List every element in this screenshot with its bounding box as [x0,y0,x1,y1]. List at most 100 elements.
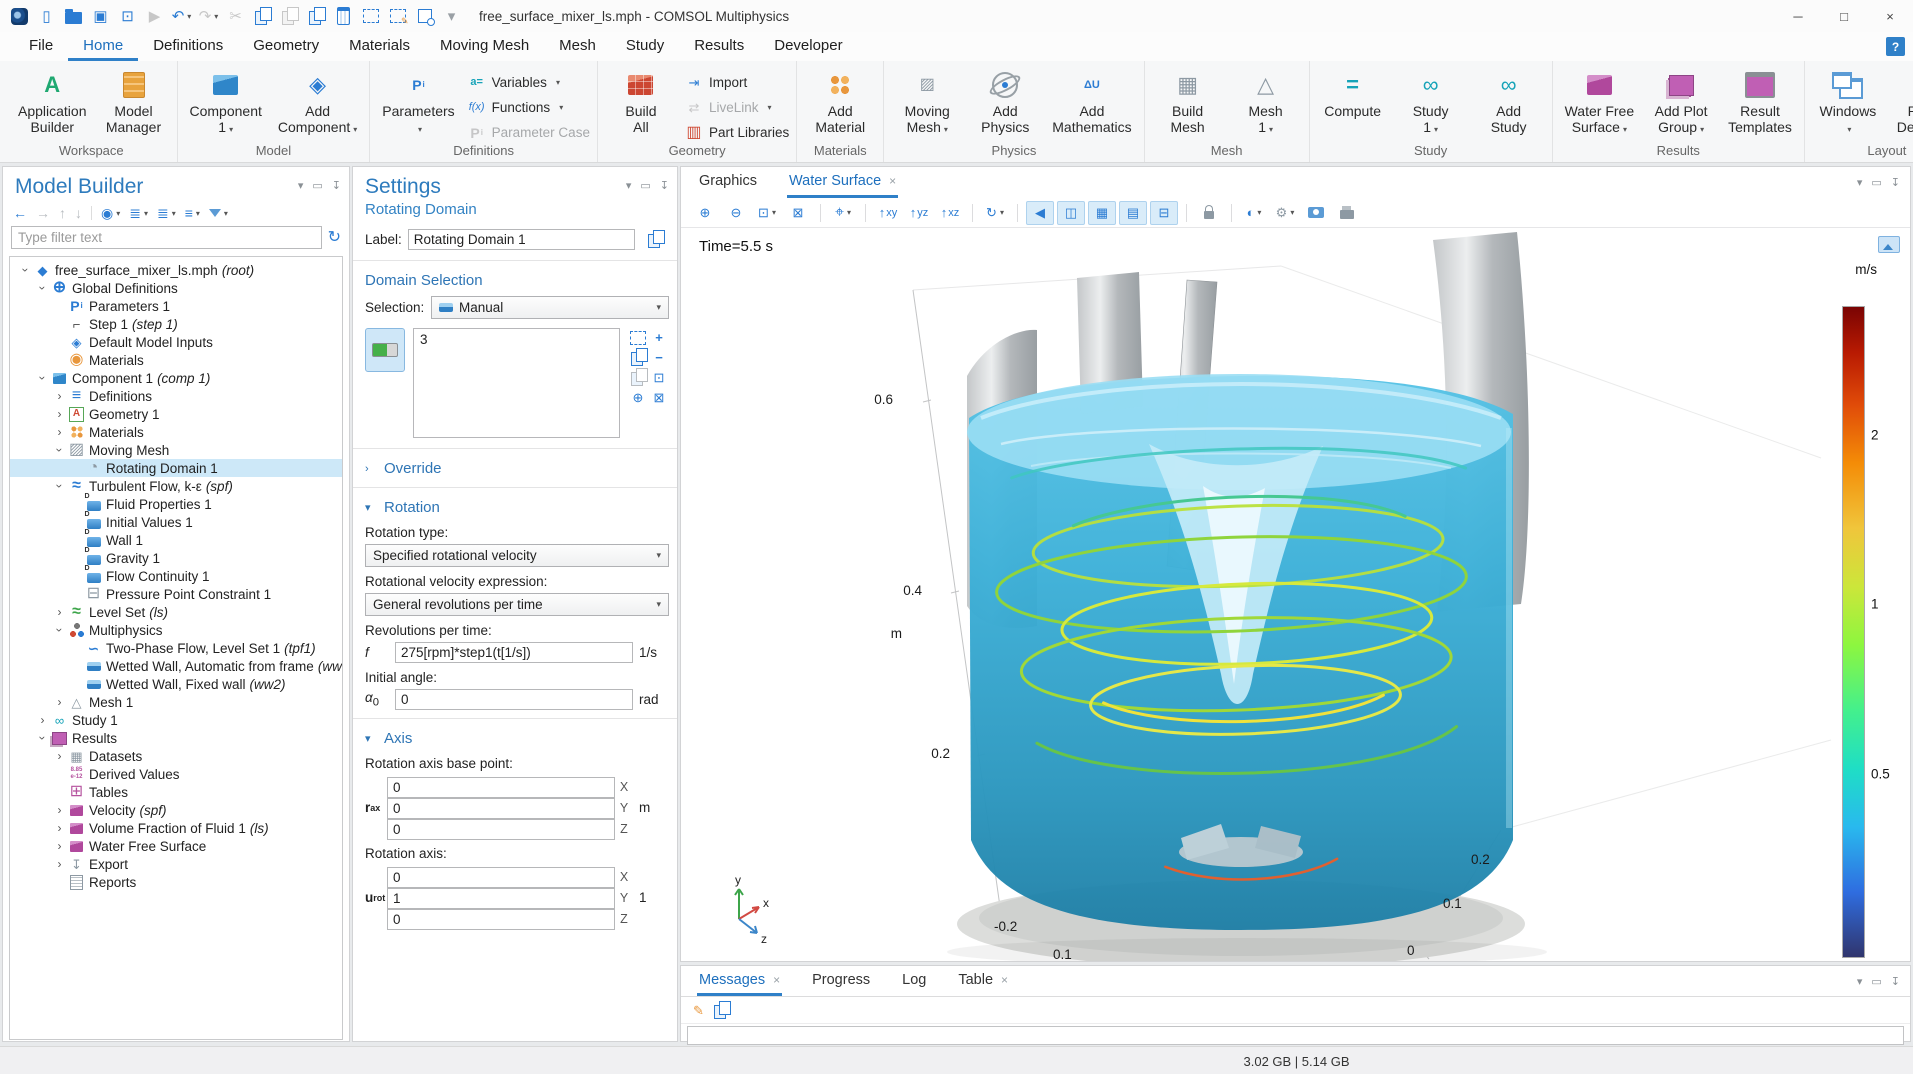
tree-node-multiphysics[interactable]: ›Multiphysics [10,621,342,639]
expand-all-button[interactable]: ≣▾ [129,206,148,220]
base-x-input[interactable] [387,777,615,798]
collapse-all-button[interactable]: ≣▾ [157,206,176,220]
close-tab-icon[interactable]: × [773,973,780,987]
menu-mesh[interactable]: Mesh [544,32,611,61]
close-tab-icon[interactable]: × [889,174,896,188]
paste-button[interactable] [276,3,303,29]
panel-menu-icon[interactable]: ▾ [626,179,632,192]
add-plot-group-button[interactable]: Add PlotGroup▾ [1643,66,1719,139]
collapse-icon[interactable]: › [53,443,67,458]
tree-node-global-definitions[interactable]: ›⊕Global Definitions [10,279,342,297]
base-z-input[interactable] [387,819,615,840]
add-component-button[interactable]: ◈AddComponent▾ [271,66,364,139]
create-selection-button[interactable]: ⊕ [628,388,648,407]
expand-icon[interactable]: › [52,407,67,421]
tree-node-fluid-properties-1[interactable]: Fluid Properties 1 [10,495,342,513]
tree-node-default-model-inputs[interactable]: ◈Default Model Inputs [10,333,342,351]
show-table-icon[interactable]: ▤ [1119,201,1147,225]
add-study-button[interactable]: ∞AddStudy [1471,66,1547,136]
show-frame-icon[interactable]: ⊟ [1150,201,1178,225]
tree-node-moving-mesh[interactable]: ›▨Moving Mesh [10,441,342,459]
axis-section[interactable]: ▾ Axis [353,725,677,751]
close-button[interactable]: × [1867,1,1913,32]
expand-icon[interactable]: › [52,821,67,835]
tree-node-volume-fraction-of-fluid-1[interactable]: ›Volume Fraction of Fluid 1(ls) [10,819,342,837]
messages-tab-messages[interactable]: Messages× [697,966,782,996]
tree-node-two-phase-flow-level-set-1[interactable]: ∽Two-Phase Flow, Level Set 1(tpf1) [10,639,342,657]
rotation-type-dropdown[interactable]: Specified rotational velocity ▾ [365,544,669,567]
menu-moving-mesh[interactable]: Moving Mesh [425,32,544,61]
menu-geometry[interactable]: Geometry [238,32,334,61]
menu-materials[interactable]: Materials [334,32,425,61]
print-icon[interactable] [1333,201,1361,225]
import-button[interactable]: ⇥Import [685,72,789,93]
expand-icon[interactable]: › [52,857,67,871]
tree-node-wall-1[interactable]: Wall 1 [10,531,342,549]
tree-node-wetted-wall-automatic-from-frame[interactable]: Wetted Wall, Automatic from frame(ww1) [10,657,342,675]
view-xy-icon[interactable]: ↑xy [874,201,902,225]
tree-node-datasets[interactable]: ›▦Datasets [10,747,342,765]
tree-node-export[interactable]: ›↧Export [10,855,342,873]
collapse-icon[interactable]: › [36,371,50,386]
zoom-box-icon[interactable]: ⊡▾ [753,201,781,225]
tree-node-flow-continuity-1[interactable]: Flow Continuity 1 [10,567,342,585]
tree-node-velocity[interactable]: ›Velocity(spf) [10,801,342,819]
nav-forward-button[interactable]: → [36,206,50,220]
expand-icon[interactable]: › [52,389,67,403]
tree-node-reports[interactable]: Reports [10,873,342,891]
tree-node-pressure-point-constraint-1[interactable]: ⊟Pressure Point Constraint 1 [10,585,342,603]
result-templates-button[interactable]: ResultTemplates [1721,66,1799,136]
tree-node-parameters-1[interactable]: PiParameters 1 [10,297,342,315]
axis-z-input[interactable] [387,909,615,930]
rotate-view-icon[interactable]: ↻▾ [981,201,1009,225]
find-button[interactable] [411,3,438,29]
panel-menu-icon[interactable]: ▾ [1857,975,1863,988]
select-box-button[interactable] [357,3,384,29]
menu-home[interactable]: Home [68,32,138,61]
label-edit-button[interactable] [641,227,669,251]
panel-pin-icon[interactable]: ↧ [1891,176,1900,189]
close-tab-icon[interactable]: × [1001,973,1008,987]
activate-selection-toggle[interactable] [365,328,405,372]
messages-tab-log[interactable]: Log [900,966,928,996]
panel-float-icon[interactable]: ▭ [1871,176,1881,189]
moving-mesh-button[interactable]: ▨MovingMesh▾ [889,66,965,139]
tree-node-geometry-1[interactable]: ›AGeometry 1 [10,405,342,423]
tree-node-free-surface-mixer-ls-mph[interactable]: ›◆free_surface_mixer_ls.mph(root) [10,261,342,279]
compute-button[interactable]: =Compute [1315,66,1391,120]
sound-icon[interactable]: ◀ [1026,201,1054,225]
image-snapshot-icon[interactable] [1302,201,1330,225]
tree-node-level-set[interactable]: ›≈Level Set(ls) [10,603,342,621]
save-view-button[interactable]: ⊡ [114,3,141,29]
menu-definitions[interactable]: Definitions [138,32,238,61]
livelink-button[interactable]: ⇄LiveLink▾ [685,97,789,118]
build-mesh-button[interactable]: ▦BuildMesh [1150,66,1226,136]
panel-pin-icon[interactable]: ↧ [660,179,669,192]
tree-node-initial-values-1[interactable]: Initial Values 1 [10,513,342,531]
functions-button[interactable]: f(x)Functions▾ [468,97,590,118]
minimize-button[interactable]: ─ [1775,1,1821,32]
messages-tab-progress[interactable]: Progress [810,966,872,996]
menu-file[interactable]: File [14,32,68,61]
open-button[interactable] [60,3,87,29]
reset-desktop-button[interactable]: ↻ResetDesktop▾ [1888,66,1913,139]
clear-selection-button[interactable] [384,3,411,29]
mesh-1-button[interactable]: △Mesh1▾ [1228,66,1304,139]
delete-button[interactable] [330,3,357,29]
zoom-out-icon[interactable]: ⊖ [722,201,750,225]
tree-node-step-1[interactable]: ⌐Step 1(step 1) [10,315,342,333]
graphics-image-icon[interactable] [1878,236,1900,253]
environment-icon[interactable]: ⚙▾ [1271,201,1299,225]
panel-pin-icon[interactable]: ↧ [332,179,341,192]
axis-x-input[interactable] [387,867,615,888]
tree-node-tables[interactable]: ⊞Tables [10,783,342,801]
parameter-case-button[interactable]: PiParameter Case [468,122,590,143]
show-button[interactable]: ◉▾ [101,206,120,220]
add-mathematics-button[interactable]: ΔUAddMathematics [1045,66,1138,136]
help-button[interactable]: ? [1886,37,1905,56]
expand-icon[interactable]: › [52,749,67,763]
clear-selection-button[interactable]: ⊠ [649,388,669,407]
tree-node-wetted-wall-fixed-wall[interactable]: Wetted Wall, Fixed wall(ww2) [10,675,342,693]
panel-pin-icon[interactable]: ↧ [1891,975,1900,988]
tree-node-results[interactable]: ›Results [10,729,342,747]
